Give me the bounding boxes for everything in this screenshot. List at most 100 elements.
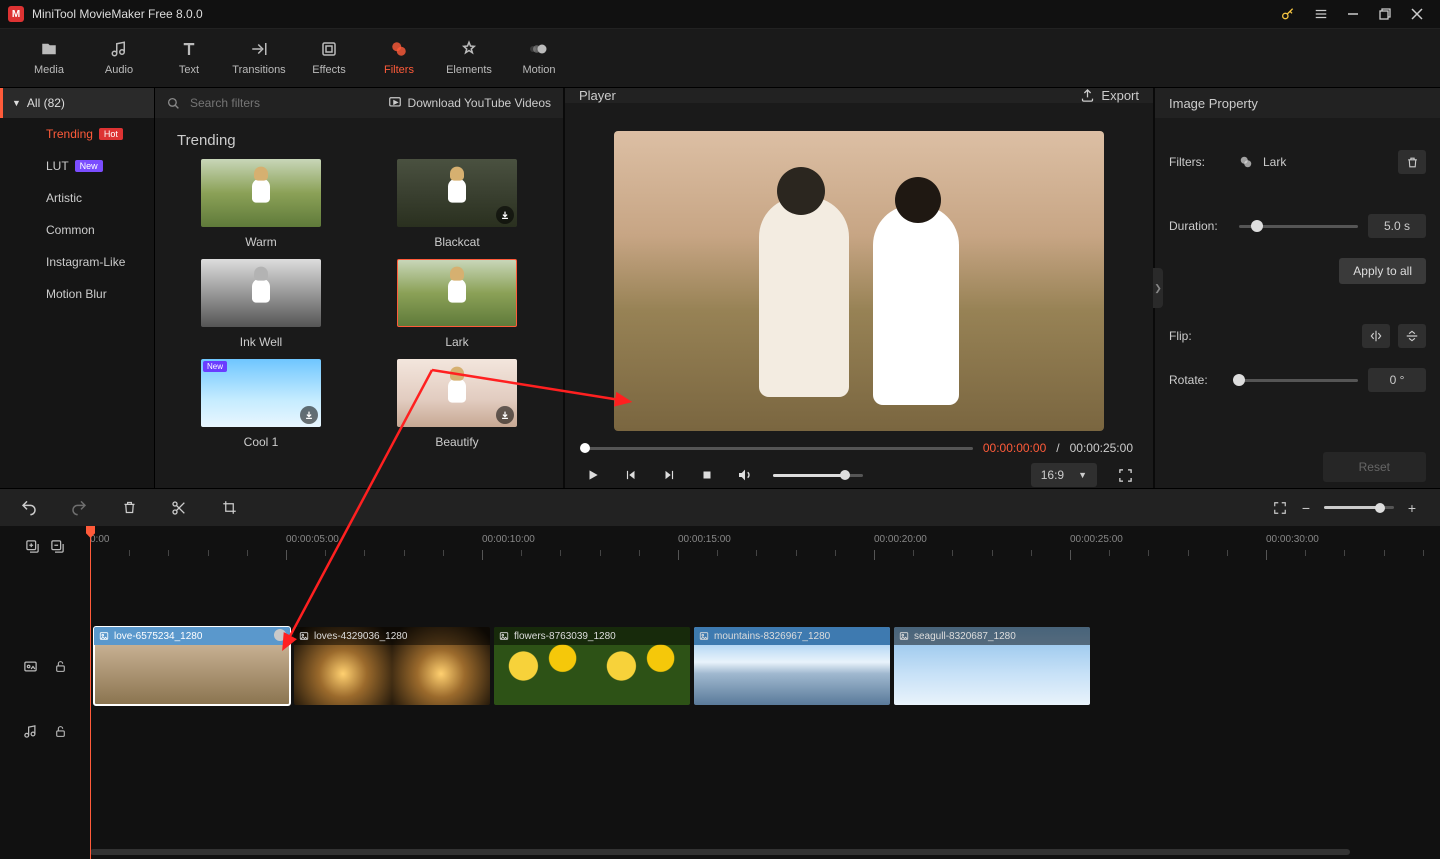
image-icon	[699, 631, 709, 641]
image-icon	[499, 631, 509, 641]
zoom-out-button[interactable]: −	[1298, 500, 1314, 516]
hot-badge: Hot	[99, 128, 123, 140]
clip[interactable]: seagull-8320687_1280	[894, 627, 1090, 705]
video-preview[interactable]	[614, 131, 1104, 431]
media-icon	[40, 40, 58, 58]
category-item-motion-blur[interactable]: Motion Blur	[0, 278, 154, 310]
license-key-icon[interactable]	[1280, 6, 1296, 22]
tab-transitions[interactable]: Transitions	[224, 34, 294, 82]
tab-effects[interactable]: Effects	[294, 34, 364, 82]
duration-slider[interactable]	[1239, 225, 1358, 228]
crop-button[interactable]	[220, 499, 238, 517]
app-title: MiniTool MovieMaker Free 8.0.0	[32, 7, 1280, 21]
tab-text[interactable]: Text	[154, 34, 224, 82]
maximize-button[interactable]	[1370, 2, 1400, 26]
category-label: Motion Blur	[46, 287, 107, 301]
clip[interactable]: mountains-8326967_1280	[694, 627, 890, 705]
download-icon[interactable]	[496, 406, 514, 424]
timeline-scrollbar[interactable]	[0, 849, 1440, 859]
rotate-value[interactable]: 0 °	[1368, 368, 1426, 392]
filter-card-lark[interactable]: Lark	[373, 259, 541, 349]
filter-card-beautify[interactable]: Beautify	[373, 359, 541, 449]
timeline: 0:0000:00:05:0000:00:10:0000:00:15:0000:…	[0, 526, 1440, 859]
tab-filters[interactable]: Filters	[364, 34, 434, 82]
delete-button[interactable]	[120, 499, 138, 517]
redo-button[interactable]	[70, 499, 88, 517]
category-item-artistic[interactable]: Artistic	[0, 182, 154, 214]
clip-header: flowers-8763039_1280	[494, 627, 690, 645]
tab-label: Motion	[522, 64, 555, 76]
tab-motion[interactable]: Motion	[504, 34, 574, 82]
tab-audio[interactable]: Audio	[84, 34, 154, 82]
volume-icon[interactable]	[735, 465, 755, 485]
filter-card-warm[interactable]: Warm	[177, 159, 345, 249]
clip[interactable]: flowers-8763039_1280	[494, 627, 690, 705]
text-icon	[180, 40, 198, 58]
category-item-trending[interactable]: TrendingHot	[0, 118, 154, 150]
audio-track-lock-icon[interactable]	[54, 725, 67, 738]
video-track[interactable]: love-6575234_1280 loves-4329036_1280 flo…	[90, 626, 1440, 706]
aspect-ratio-select[interactable]: 16:9 ▼	[1031, 463, 1097, 487]
rotate-slider[interactable]	[1239, 379, 1358, 382]
download-youtube-link[interactable]: Download YouTube Videos	[388, 96, 551, 110]
video-track-lock-icon[interactable]	[54, 660, 67, 673]
flip-horizontal-button[interactable]	[1362, 324, 1390, 348]
undo-button[interactable]	[20, 499, 38, 517]
timeline-ruler[interactable]: 0:0000:00:05:0000:00:10:0000:00:15:0000:…	[0, 526, 1440, 566]
prev-frame-button[interactable]	[621, 465, 641, 485]
category-all-header[interactable]: ▼ All (82)	[0, 88, 154, 118]
clip[interactable]: love-6575234_1280	[94, 627, 290, 705]
playhead[interactable]	[90, 526, 91, 859]
add-track-button[interactable]	[25, 539, 40, 554]
download-icon[interactable]	[300, 406, 318, 424]
play-button[interactable]	[583, 465, 603, 485]
category-label: Artistic	[46, 191, 82, 205]
zoom-fit-button[interactable]	[1272, 500, 1288, 516]
search-input[interactable]	[190, 96, 378, 110]
reset-button[interactable]: Reset	[1323, 452, 1426, 482]
ruler-tick: 0:00	[90, 534, 109, 545]
aspect-value: 16:9	[1041, 468, 1064, 482]
remove-track-button[interactable]	[50, 539, 65, 554]
volume-slider[interactable]	[773, 474, 863, 477]
effects-icon	[320, 40, 338, 58]
tab-elements[interactable]: Elements	[434, 34, 504, 82]
category-item-instagram-like[interactable]: Instagram-Like	[0, 246, 154, 278]
panel-expand-handle[interactable]: ❯	[1153, 268, 1163, 308]
next-frame-button[interactable]	[659, 465, 679, 485]
download-icon[interactable]	[496, 206, 514, 224]
titlebar: M MiniTool MovieMaker Free 8.0.0	[0, 0, 1440, 28]
scrub-slider[interactable]	[585, 447, 973, 450]
tab-label: Filters	[384, 64, 414, 76]
category-item-lut[interactable]: LUTNew	[0, 150, 154, 182]
apply-to-all-button[interactable]: Apply to all	[1339, 258, 1426, 284]
fullscreen-button[interactable]	[1115, 465, 1135, 485]
flip-vertical-button[interactable]	[1398, 324, 1426, 348]
filter-thumbnail	[397, 259, 517, 327]
audio-track[interactable]	[90, 706, 1440, 756]
top-toolbar: MediaAudioTextTransitionsEffects Filters E…	[0, 28, 1440, 88]
category-item-common[interactable]: Common	[0, 214, 154, 246]
duration-value[interactable]: 5.0 s	[1368, 214, 1426, 238]
minimize-button[interactable]	[1338, 2, 1368, 26]
search-icon	[167, 97, 180, 110]
category-label: Instagram-Like	[46, 255, 125, 269]
filter-label: Blackcat	[434, 235, 479, 249]
ruler-tick: 00:00:15:00	[678, 534, 731, 545]
app-logo: M	[8, 6, 24, 22]
filter-card-ink-well[interactable]: Ink Well	[177, 259, 345, 349]
new-badge: New	[203, 361, 227, 372]
split-button[interactable]	[170, 499, 188, 517]
zoom-in-button[interactable]: +	[1404, 500, 1420, 516]
zoom-slider[interactable]	[1324, 506, 1394, 509]
filter-card-cool-1[interactable]: New Cool 1	[177, 359, 345, 449]
close-button[interactable]	[1402, 2, 1432, 26]
clip[interactable]: loves-4329036_1280	[294, 627, 490, 705]
delete-filter-button[interactable]	[1398, 150, 1426, 174]
tab-media[interactable]: Media	[14, 34, 84, 82]
stop-button[interactable]	[697, 465, 717, 485]
filter-card-blackcat[interactable]: Blackcat	[373, 159, 541, 249]
filters-icon	[390, 40, 408, 58]
export-button[interactable]: Export	[1080, 88, 1139, 103]
hamburger-menu-icon[interactable]	[1306, 2, 1336, 26]
